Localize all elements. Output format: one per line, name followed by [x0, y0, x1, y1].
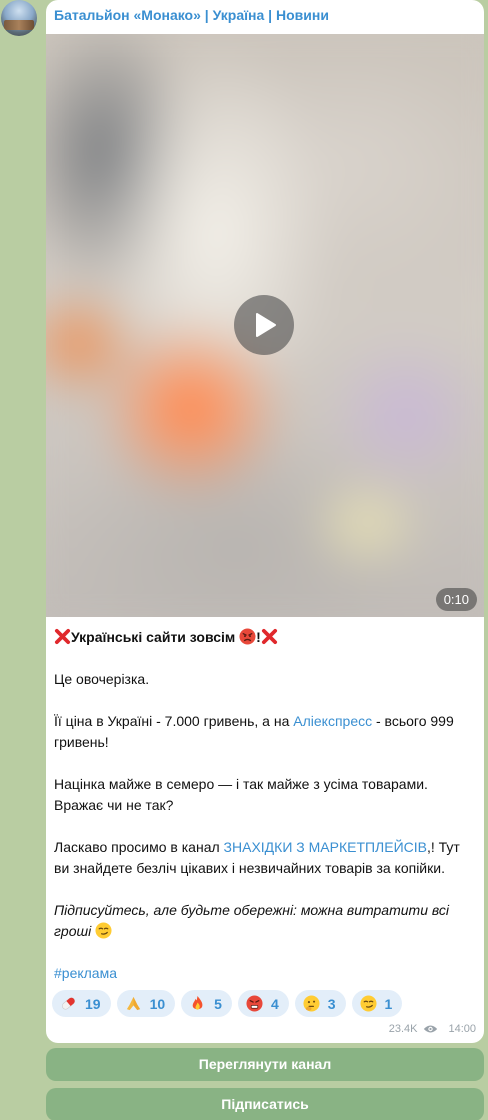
message-meta: 23.4K 14:00 — [389, 1023, 476, 1035]
reaction-count: 19 — [85, 995, 101, 1012]
post-paragraph: Її ціна в Україні - 7.000 гривень, а на … — [54, 713, 454, 750]
message-bubble: Батальйон «Монако» | Україна | Новини 0:… — [46, 0, 484, 1043]
pill-icon — [62, 997, 75, 1010]
aliexpress-link[interactable]: Аліекспресс — [293, 713, 372, 729]
reactions-bar: 19 10 5 4 3 1 — [52, 990, 403, 1017]
post-paragraph: Це овочерізка. — [54, 671, 150, 687]
view-channel-button[interactable]: Переглянути канал — [46, 1048, 484, 1081]
post-paragraph: Націнка майже в семеро — і так майже з у… — [54, 776, 428, 813]
channel-avatar[interactable] — [1, 0, 37, 36]
thinking-face-icon — [303, 995, 320, 1012]
folded-hands-icon — [126, 996, 140, 1011]
subscribe-button[interactable]: Підписатись — [46, 1088, 484, 1120]
cross-mark-icon — [261, 628, 277, 645]
reaction-count: 1 — [384, 995, 393, 1012]
post-title: Українські сайти зовсім ! — [54, 627, 474, 648]
hashtag-link[interactable]: #реклама — [54, 965, 117, 981]
message-time: 14:00 — [448, 1023, 476, 1035]
channel-name[interactable]: Батальйон «Монако» | Україна | Новини — [54, 7, 329, 23]
reaction-fire[interactable]: 5 — [181, 990, 232, 1017]
angry-face-icon — [239, 628, 256, 645]
smirking-face-icon — [360, 995, 377, 1012]
reaction-folded-hands[interactable]: 10 — [116, 990, 176, 1017]
play-icon — [256, 313, 276, 337]
view-count: 23.4K — [388, 1023, 418, 1035]
cross-mark-icon — [54, 628, 71, 645]
reaction-angry[interactable]: 4 — [237, 990, 289, 1017]
play-button[interactable] — [234, 295, 294, 355]
post-paragraph: #реклама — [54, 963, 474, 984]
video-duration: 0:10 — [435, 588, 477, 611]
post-paragraph: Підписуйтесь, але будьте обережні: можна… — [54, 902, 449, 939]
reaction-pill[interactable]: 19 — [52, 990, 111, 1017]
eye-icon — [424, 1025, 438, 1033]
fire-icon — [192, 995, 203, 1010]
reaction-thinking[interactable]: 3 — [294, 990, 346, 1017]
channel-link[interactable]: ЗНАХІДКИ З МАРКЕТПЛЕЙСІВ — [224, 839, 427, 855]
video-preview[interactable]: 0:10 — [46, 34, 484, 617]
post-paragraph: Ласкаво просимо в канал ЗНАХІДКИ З МАРКЕ… — [54, 839, 460, 876]
angry-face-icon — [246, 995, 263, 1012]
reaction-smirk[interactable]: 1 — [351, 990, 403, 1017]
reaction-count: 10 — [149, 995, 166, 1012]
reaction-count: 3 — [327, 995, 336, 1012]
smirking-face-icon — [95, 922, 112, 939]
reaction-count: 4 — [270, 995, 279, 1012]
post-text: Українські сайти зовсім ! Це овочерізка.… — [54, 627, 474, 1005]
reaction-count: 5 — [214, 995, 222, 1012]
